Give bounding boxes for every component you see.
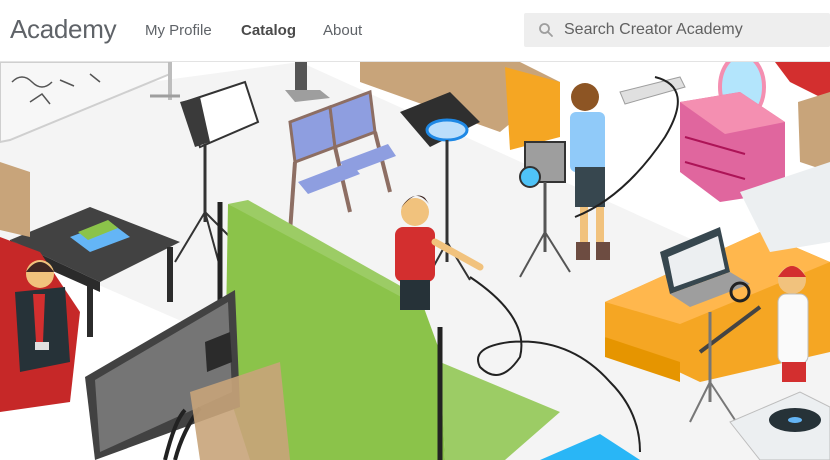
search-icon[interactable] bbox=[538, 22, 554, 38]
nav-my-profile[interactable]: My Profile bbox=[145, 22, 212, 39]
search-box[interactable] bbox=[524, 13, 830, 47]
hero-illustration bbox=[0, 62, 830, 460]
academy-logo[interactable]: Academy bbox=[10, 14, 117, 45]
nav-catalog[interactable]: Catalog bbox=[241, 22, 296, 39]
top-bar: Academy My Profile Catalog About bbox=[0, 0, 830, 62]
search-input[interactable] bbox=[564, 13, 814, 47]
nav-about[interactable]: About bbox=[323, 22, 362, 39]
studio-illustration bbox=[0, 62, 830, 460]
